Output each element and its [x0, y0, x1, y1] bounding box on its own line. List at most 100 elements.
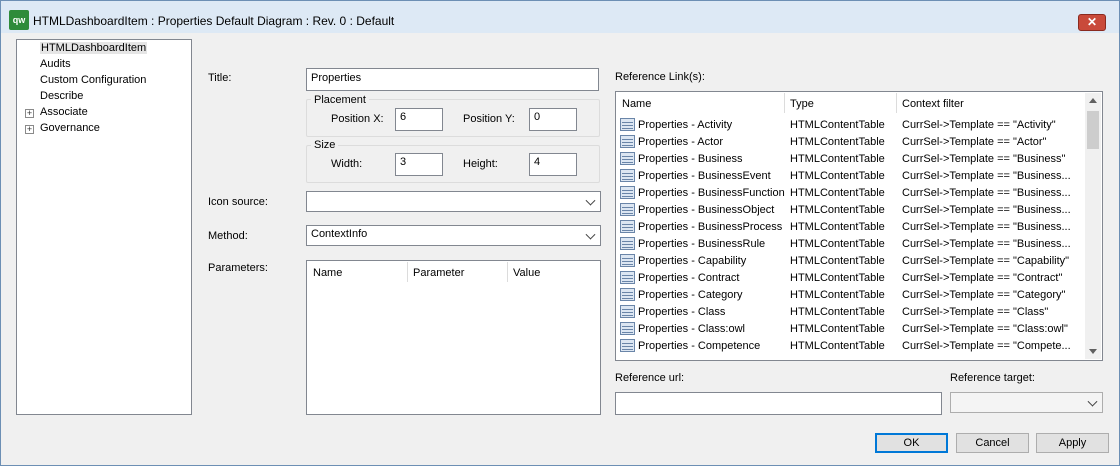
- row-name: Properties - BusinessFunction: [638, 187, 785, 199]
- row-filter: CurrSel->Template == "Business...: [902, 204, 1071, 216]
- position-y-input[interactable]: 0: [529, 108, 577, 131]
- tree-item-label: Associate: [40, 106, 88, 118]
- column-divider[interactable]: [507, 262, 508, 282]
- row-name: Properties - BusinessProcess: [638, 221, 783, 233]
- row-filter: CurrSel->Template == "Actor": [902, 136, 1047, 148]
- table-icon: [620, 237, 635, 250]
- row-name: Properties - Category: [638, 289, 743, 301]
- tree-item-audits[interactable]: Audits: [40, 58, 71, 70]
- table-icon: [620, 271, 635, 284]
- row-type: HTMLContentTable: [790, 153, 885, 165]
- reference-url-input[interactable]: [615, 392, 942, 415]
- reference-target-select[interactable]: [950, 392, 1103, 413]
- row-type: HTMLContentTable: [790, 187, 885, 199]
- reference-links-list[interactable]: Name Type Context filter Properties - Ac…: [615, 91, 1103, 361]
- column-header-parameter[interactable]: Parameter: [413, 267, 464, 279]
- table-icon: [620, 339, 635, 352]
- tree-item-custom-configuration[interactable]: Custom Configuration: [40, 74, 146, 86]
- column-divider[interactable]: [784, 93, 785, 113]
- row-type: HTMLContentTable: [790, 238, 885, 250]
- row-name: Properties - BusinessObject: [638, 204, 775, 216]
- column-header-name[interactable]: Name: [622, 98, 651, 110]
- row-type: HTMLContentTable: [790, 272, 885, 284]
- close-button[interactable]: ✕: [1078, 14, 1106, 31]
- table-icon: [620, 220, 635, 233]
- table-icon: [620, 288, 635, 301]
- column-divider[interactable]: [896, 93, 897, 113]
- dialog-window: qw HTMLDashboardItem : Properties Defaul…: [0, 0, 1120, 466]
- method-value: ContextInfo: [311, 228, 368, 240]
- column-header-name[interactable]: Name: [313, 267, 342, 279]
- row-filter: CurrSel->Template == "Business...: [902, 170, 1071, 182]
- chevron-down-icon: [585, 229, 596, 240]
- cancel-button[interactable]: Cancel: [956, 433, 1029, 453]
- icon-source-label: Icon source:: [208, 196, 268, 208]
- table-icon: [620, 305, 635, 318]
- height-label: Height:: [463, 158, 498, 170]
- row-type: HTMLContentTable: [790, 204, 885, 216]
- method-label: Method:: [208, 230, 248, 242]
- tree-item-label: Custom Configuration: [40, 74, 147, 86]
- row-filter: CurrSel->Template == "Business": [902, 153, 1066, 165]
- icon-source-select[interactable]: [306, 191, 601, 212]
- placement-group-title: Placement: [311, 94, 369, 106]
- row-type: HTMLContentTable: [790, 289, 885, 301]
- row-name: Properties - BusinessEvent: [638, 170, 771, 182]
- navigation-tree[interactable]: HTMLDashboardItem Audits Custom Configur…: [16, 39, 192, 415]
- height-input[interactable]: 4: [529, 153, 577, 176]
- reference-links-scrollbar[interactable]: [1085, 93, 1101, 359]
- column-header-context-filter[interactable]: Context filter: [902, 98, 964, 110]
- width-input[interactable]: 3: [395, 153, 443, 176]
- tree-item-label: Audits: [40, 58, 71, 70]
- width-label: Width:: [331, 158, 363, 170]
- title-bar[interactable]: qw HTMLDashboardItem : Properties Defaul…: [1, 1, 1119, 33]
- table-icon: [620, 118, 635, 131]
- expand-icon[interactable]: +: [25, 125, 34, 134]
- reference-url-label: Reference url:: [615, 372, 685, 384]
- tree-item-label: HTMLDashboardItem: [40, 42, 148, 54]
- row-type: HTMLContentTable: [790, 136, 885, 148]
- expand-icon[interactable]: +: [25, 109, 34, 118]
- column-divider[interactable]: [407, 262, 408, 282]
- row-type: HTMLContentTable: [790, 221, 885, 233]
- position-x-input[interactable]: 6: [395, 108, 443, 131]
- ok-button[interactable]: OK: [875, 433, 948, 453]
- row-type: HTMLContentTable: [790, 306, 885, 318]
- reference-target-label: Reference target:: [950, 372, 1035, 384]
- tree-item-htmldashboarditem[interactable]: HTMLDashboardItem: [40, 42, 148, 54]
- parameters-grid[interactable]: Name Parameter Value: [306, 260, 601, 415]
- column-header-type[interactable]: Type: [790, 98, 814, 110]
- scroll-up-icon[interactable]: [1089, 98, 1097, 103]
- row-type: HTMLContentTable: [790, 119, 885, 131]
- column-header-value[interactable]: Value: [513, 267, 540, 279]
- method-select[interactable]: ContextInfo: [306, 225, 601, 246]
- row-filter: CurrSel->Template == "Activity": [902, 119, 1056, 131]
- row-name: Properties - Competence: [638, 340, 761, 352]
- scroll-down-icon[interactable]: [1089, 349, 1097, 354]
- title-label: Title:: [208, 72, 232, 84]
- row-name: Properties - BusinessRule: [638, 238, 766, 250]
- table-icon: [620, 169, 635, 182]
- row-filter: CurrSel->Template == "Contract": [902, 272, 1063, 284]
- row-name: Properties - Contract: [638, 272, 740, 284]
- parameters-label: Parameters:: [208, 262, 268, 274]
- table-icon: [620, 322, 635, 335]
- tree-item-governance[interactable]: Governance: [40, 122, 100, 134]
- tree-item-describe[interactable]: Describe: [40, 90, 83, 102]
- apply-button[interactable]: Apply: [1036, 433, 1109, 453]
- row-filter: CurrSel->Template == "Class": [902, 306, 1049, 318]
- row-name: Properties - Capability: [638, 255, 747, 267]
- row-filter: CurrSel->Template == "Business...: [902, 187, 1071, 199]
- title-input[interactable]: Properties: [306, 68, 599, 91]
- table-icon: [620, 203, 635, 216]
- row-name: Properties - Actor: [638, 136, 723, 148]
- row-type: HTMLContentTable: [790, 170, 885, 182]
- row-type: HTMLContentTable: [790, 323, 885, 335]
- position-x-label: Position X:: [331, 113, 384, 125]
- row-filter: CurrSel->Template == "Business...: [902, 221, 1071, 233]
- table-icon: [620, 152, 635, 165]
- window-title: HTMLDashboardItem : Properties Default D…: [33, 14, 395, 28]
- scroll-thumb[interactable]: [1087, 111, 1099, 149]
- tree-item-associate[interactable]: Associate: [40, 106, 88, 118]
- table-icon: [620, 135, 635, 148]
